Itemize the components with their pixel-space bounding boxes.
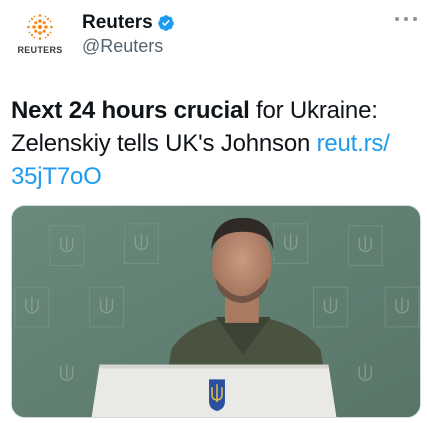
tweet-text: Next 24 hours crucial for Ukraine: Zelen… bbox=[11, 94, 411, 193]
video-still bbox=[12, 206, 420, 417]
tweet-card[interactable]: REUTERS Reuters @Reuters Next 24 hours c… bbox=[0, 0, 427, 423]
tweet-media-image[interactable] bbox=[11, 205, 421, 418]
more-options-icon[interactable] bbox=[395, 14, 417, 24]
tweet-text-bold: Next 24 hours crucial bbox=[11, 97, 250, 124]
reuters-logo-icon bbox=[27, 14, 53, 40]
tweet-link-part2[interactable]: 35jT7oO bbox=[11, 163, 102, 190]
verified-badge-icon bbox=[157, 15, 174, 31]
tweet-text-line1: for Ukraine: bbox=[249, 97, 378, 124]
trident-icon bbox=[209, 379, 225, 412]
avatar-wordmark: REUTERS bbox=[17, 45, 63, 55]
handle[interactable]: @Reuters bbox=[82, 36, 175, 57]
display-name[interactable]: Reuters bbox=[82, 12, 153, 34]
avatar[interactable]: REUTERS bbox=[12, 6, 68, 62]
account-names: Reuters @Reuters bbox=[82, 12, 175, 57]
tweet-link-part1[interactable]: reut.rs/ bbox=[317, 130, 390, 157]
tweet-text-line2: Zelenskiy tells UK's Johnson bbox=[11, 130, 317, 157]
